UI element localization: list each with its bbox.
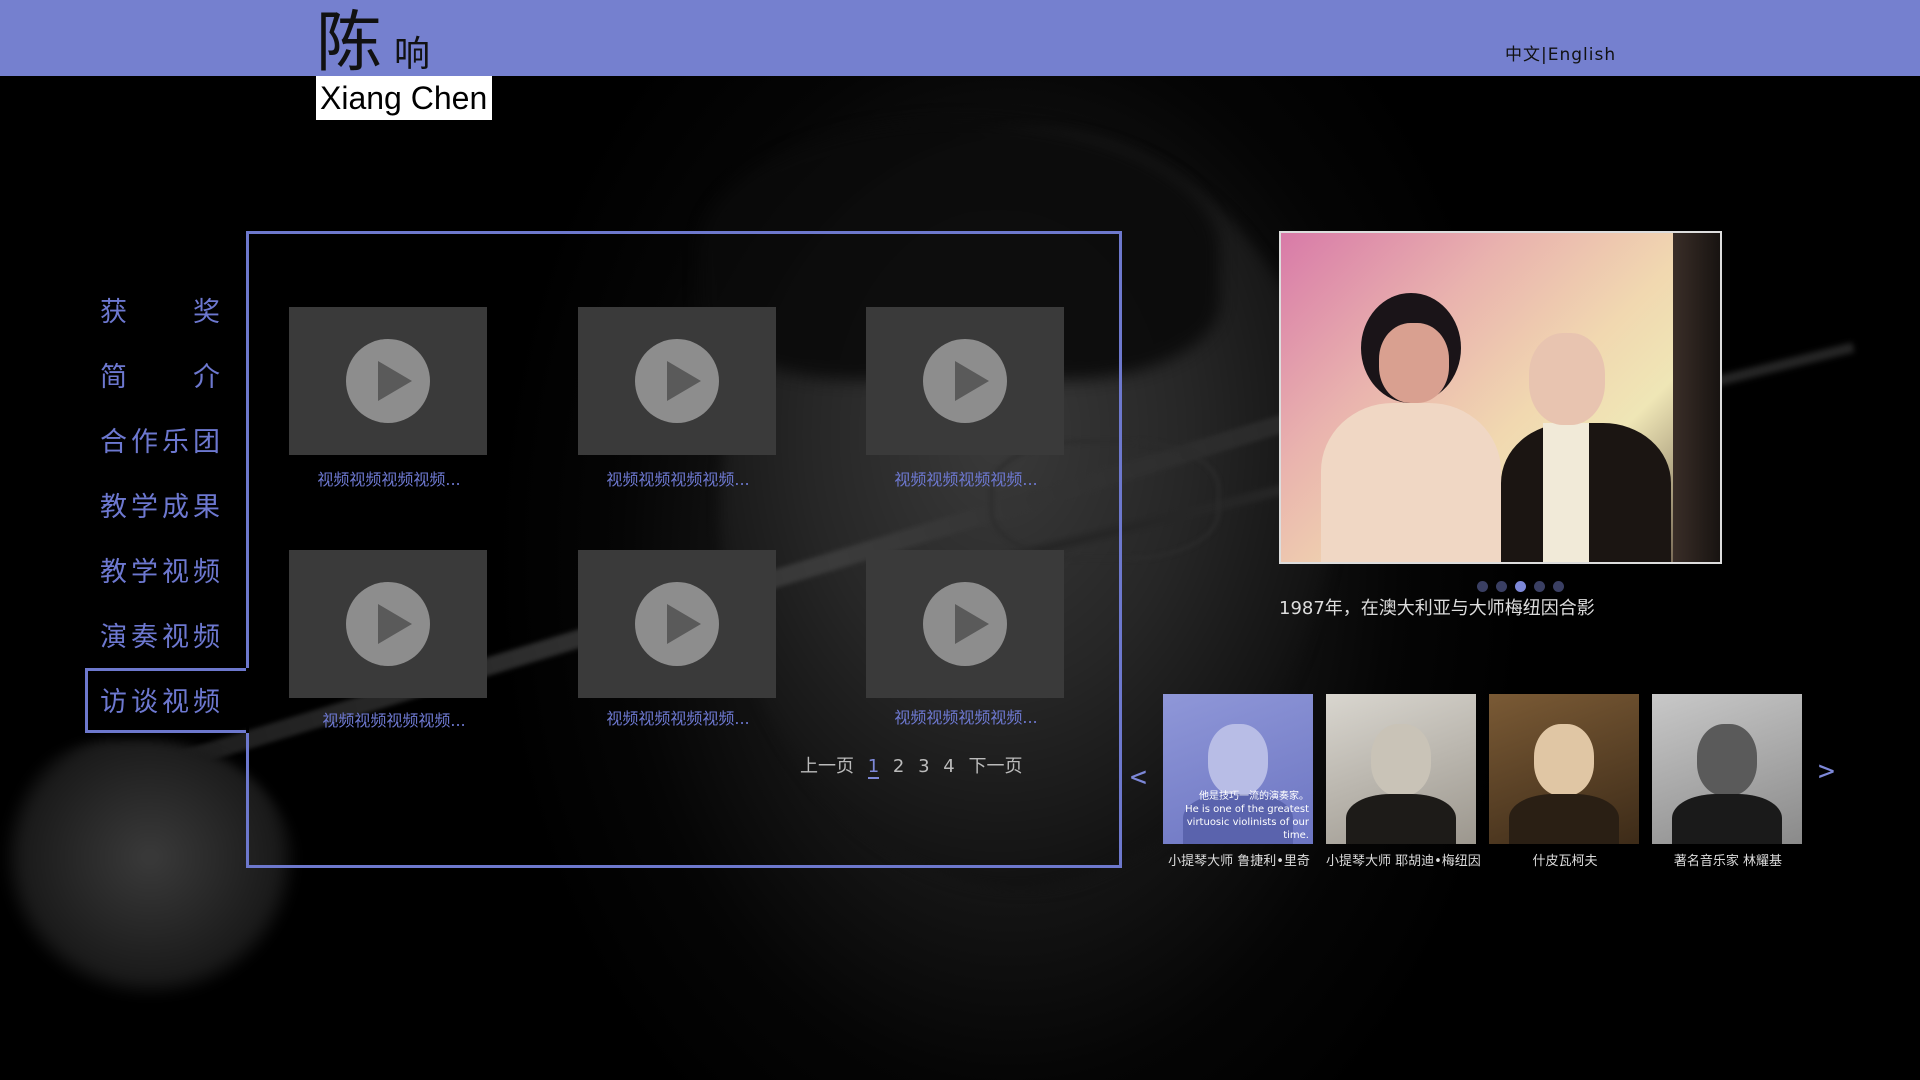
video-caption[interactable]: 视频视频视频视频... (294, 707, 494, 731)
person-name: 小提琴大师 鲁捷利•里奇 (1168, 854, 1310, 869)
lang-cn-link[interactable]: 中文 (1505, 45, 1541, 65)
person-photo (1652, 694, 1802, 844)
nav-active-frame (85, 668, 249, 733)
play-icon (346, 339, 430, 423)
slider-dot[interactable] (1496, 581, 1507, 592)
person-card[interactable]: 著名音乐家 林耀基 (1652, 694, 1804, 869)
slider-photo[interactable] (1279, 231, 1722, 564)
logo-name-cn: 陈 (316, 4, 382, 81)
lang-separator: | (1541, 45, 1548, 65)
carousel-next-arrow[interactable]: > (1818, 754, 1835, 787)
person-name: 小提琴大师 耶胡迪•梅纽因 (1326, 854, 1481, 869)
lang-en-link[interactable]: English (1548, 45, 1616, 65)
video-thumb[interactable] (578, 550, 776, 698)
prev-page-link[interactable]: 上一页 (800, 752, 854, 778)
logo-name-en: Xiang Chen (316, 76, 492, 120)
top-bar (0, 0, 1920, 76)
play-icon (923, 582, 1007, 666)
person-name: 什皮瓦柯夫 (1532, 854, 1598, 869)
person-name: 著名音乐家 林耀基 (1673, 854, 1783, 869)
nav-item-orchestras[interactable]: 合作乐团 (100, 420, 220, 459)
overlay-cn-text: 他是技巧一流的演奏家。 (1199, 791, 1309, 802)
pagination: 上一页 1 2 3 4 下一页 (800, 752, 1030, 779)
person-card[interactable]: 小提琴大师 耶胡迪•梅纽因 (1326, 694, 1481, 869)
play-icon (923, 339, 1007, 423)
nav-item-performance-videos[interactable]: 演奏视频 (100, 615, 220, 654)
nav-item-bio[interactable]: 简 介 (100, 355, 220, 394)
person-photo-overlay: 他是技巧一流的演奏家。 He is one of the greatest vi… (1163, 788, 1313, 844)
logo-name-cn-sub: 响 (394, 34, 431, 75)
play-icon (635, 339, 719, 423)
next-page-link[interactable]: 下一页 (968, 752, 1022, 778)
carousel-prev-arrow[interactable]: < (1130, 760, 1147, 793)
play-icon (635, 582, 719, 666)
person-photo (1326, 694, 1476, 844)
language-switch: 中文|English (1505, 40, 1616, 65)
video-caption[interactable]: 视频视频视频视频... (866, 466, 1066, 490)
slider-dot[interactable] (1534, 581, 1545, 592)
person-card[interactable]: 他是技巧一流的演奏家。 He is one of the greatest vi… (1163, 694, 1315, 869)
nav-item-teaching-results[interactable]: 教学成果 (100, 485, 220, 524)
video-thumb[interactable] (289, 307, 487, 455)
video-thumb[interactable] (866, 550, 1064, 698)
video-caption[interactable]: 视频视频视频视频... (289, 466, 489, 490)
video-thumb[interactable] (578, 307, 776, 455)
person-photo: 他是技巧一流的演奏家。 He is one of the greatest vi… (1163, 694, 1313, 844)
person-photo (1489, 694, 1639, 844)
play-icon (346, 582, 430, 666)
page-link-4[interactable]: 4 (943, 756, 954, 777)
video-caption[interactable]: 视频视频视频视频... (578, 466, 778, 490)
page-link-3[interactable]: 3 (918, 756, 929, 777)
video-thumb[interactable] (289, 550, 487, 698)
overlay-en-text: He is one of the greatest virtuosic viol… (1185, 804, 1309, 841)
slider-caption: 1987年，在澳大利亚与大师梅纽因合影 (1279, 598, 1595, 619)
person-card[interactable]: 什皮瓦柯夫 (1489, 694, 1641, 869)
video-caption[interactable]: 视频视频视频视频... (578, 705, 778, 729)
slider-dot[interactable] (1477, 581, 1488, 592)
nav-item-teaching-videos[interactable]: 教学视频 (100, 550, 220, 589)
page-link-2[interactable]: 2 (893, 756, 904, 777)
nav-item-awards[interactable]: 获 奖 (100, 290, 220, 329)
video-thumb[interactable] (866, 307, 1064, 455)
video-caption[interactable]: 视频视频视频视频... (866, 704, 1066, 728)
slider-dot[interactable] (1553, 581, 1564, 592)
page-link-1[interactable]: 1 (867, 756, 880, 779)
slider-dot-active[interactable] (1515, 581, 1526, 592)
